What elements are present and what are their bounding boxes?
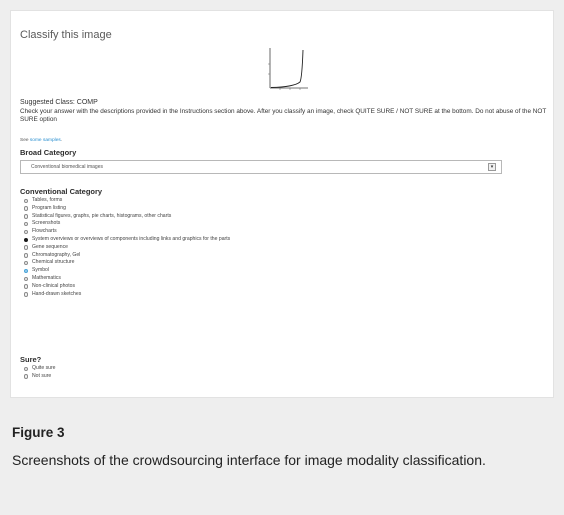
broad-category-value: Conventional biomedical images xyxy=(31,164,103,170)
see-suffix: . xyxy=(60,138,63,143)
radio-button[interactable] xyxy=(24,245,29,250)
radio-button[interactable] xyxy=(24,276,29,282)
conventional-category-options: Tables, forms Program listing Statistical … xyxy=(24,197,230,298)
radio-label: Mathematics xyxy=(32,274,61,281)
radio-button[interactable] xyxy=(24,292,29,297)
radio-option[interactable]: Statistical figures, graphs, pie charts,… xyxy=(24,213,230,221)
radio-option[interactable]: Hand-drawn sketches xyxy=(24,291,230,299)
radio-option[interactable]: Tables, forms xyxy=(24,197,230,205)
radio-option[interactable]: Program listing xyxy=(24,205,230,213)
sure-options: Quite sure Not sure xyxy=(24,365,56,381)
chevron-down-icon[interactable]: ▾ xyxy=(488,163,496,171)
radio-label: Flowcharts xyxy=(32,228,57,235)
radio-button[interactable] xyxy=(24,222,29,227)
radio-label: Not sure xyxy=(32,372,52,379)
radio-label: Tables, forms xyxy=(32,197,63,203)
radio-label: Program listing xyxy=(32,204,66,211)
radio-option[interactable]: Flowcharts xyxy=(24,228,230,236)
radio-option[interactable]: Not sure xyxy=(24,373,56,381)
radio-option[interactable]: Screenshots xyxy=(24,220,230,228)
radio-label: Hand-drawn sketches xyxy=(32,290,82,297)
radio-option[interactable]: Non-clinical photos xyxy=(24,283,230,291)
radio-option[interactable]: Chromatography, Gel xyxy=(24,252,230,260)
image-thumbnail xyxy=(268,48,308,90)
radio-option[interactable]: Chemical structure xyxy=(24,259,230,267)
radio-option[interactable]: Symbol xyxy=(24,267,230,275)
radio-button[interactable] xyxy=(24,284,29,289)
radio-option[interactable]: Mathematics xyxy=(24,275,230,283)
broad-category-label: Broad Category xyxy=(20,148,77,157)
see-prefix: See xyxy=(20,138,30,143)
broad-category-select[interactable]: Conventional biomedical images ▾ xyxy=(20,160,502,174)
radio-label: Screenshots xyxy=(32,220,61,227)
radio-button[interactable] xyxy=(24,374,29,379)
radio-label: Chemical structure xyxy=(32,259,75,266)
radio-label: Gene sequence xyxy=(32,243,68,250)
radio-button[interactable] xyxy=(24,261,29,266)
radio-option[interactable]: Gene sequence xyxy=(24,244,230,252)
radio-button[interactable] xyxy=(24,366,29,372)
radio-label: Non-clinical photos xyxy=(32,282,76,289)
radio-option[interactable]: System overviews or overviews of compone… xyxy=(24,236,230,244)
radio-label: Quite sure xyxy=(32,365,56,371)
radio-button[interactable] xyxy=(24,237,29,243)
radio-button[interactable] xyxy=(24,206,29,211)
radio-button[interactable] xyxy=(24,198,29,204)
conventional-category-label: Conventional Category xyxy=(20,187,103,196)
suggested-class: Suggested Class: COMP xyxy=(20,99,98,106)
radio-button[interactable] xyxy=(24,214,29,219)
radio-option[interactable]: Quite sure xyxy=(24,365,56,373)
figure-title: Figure 3 xyxy=(12,425,65,440)
radio-label: Statistical figures, graphs, pie charts,… xyxy=(32,212,172,219)
radio-label: Symbol xyxy=(32,267,49,274)
radio-button[interactable] xyxy=(24,253,29,258)
instructions-text: Check your answer with the descriptions … xyxy=(20,108,547,124)
sure-label: Sure? xyxy=(20,355,42,364)
radio-label: System overviews or overviews of compone… xyxy=(32,235,231,242)
samples-link[interactable]: some samples xyxy=(30,138,61,143)
see-samples: See some samples. xyxy=(20,138,62,143)
form-title: Classify this image xyxy=(20,29,112,41)
radio-button[interactable] xyxy=(24,268,29,274)
figure-caption: Screenshots of the crowdsourcing interfa… xyxy=(12,452,486,468)
radio-label: Chromatography, Gel xyxy=(32,251,81,258)
radio-button[interactable] xyxy=(24,229,29,235)
